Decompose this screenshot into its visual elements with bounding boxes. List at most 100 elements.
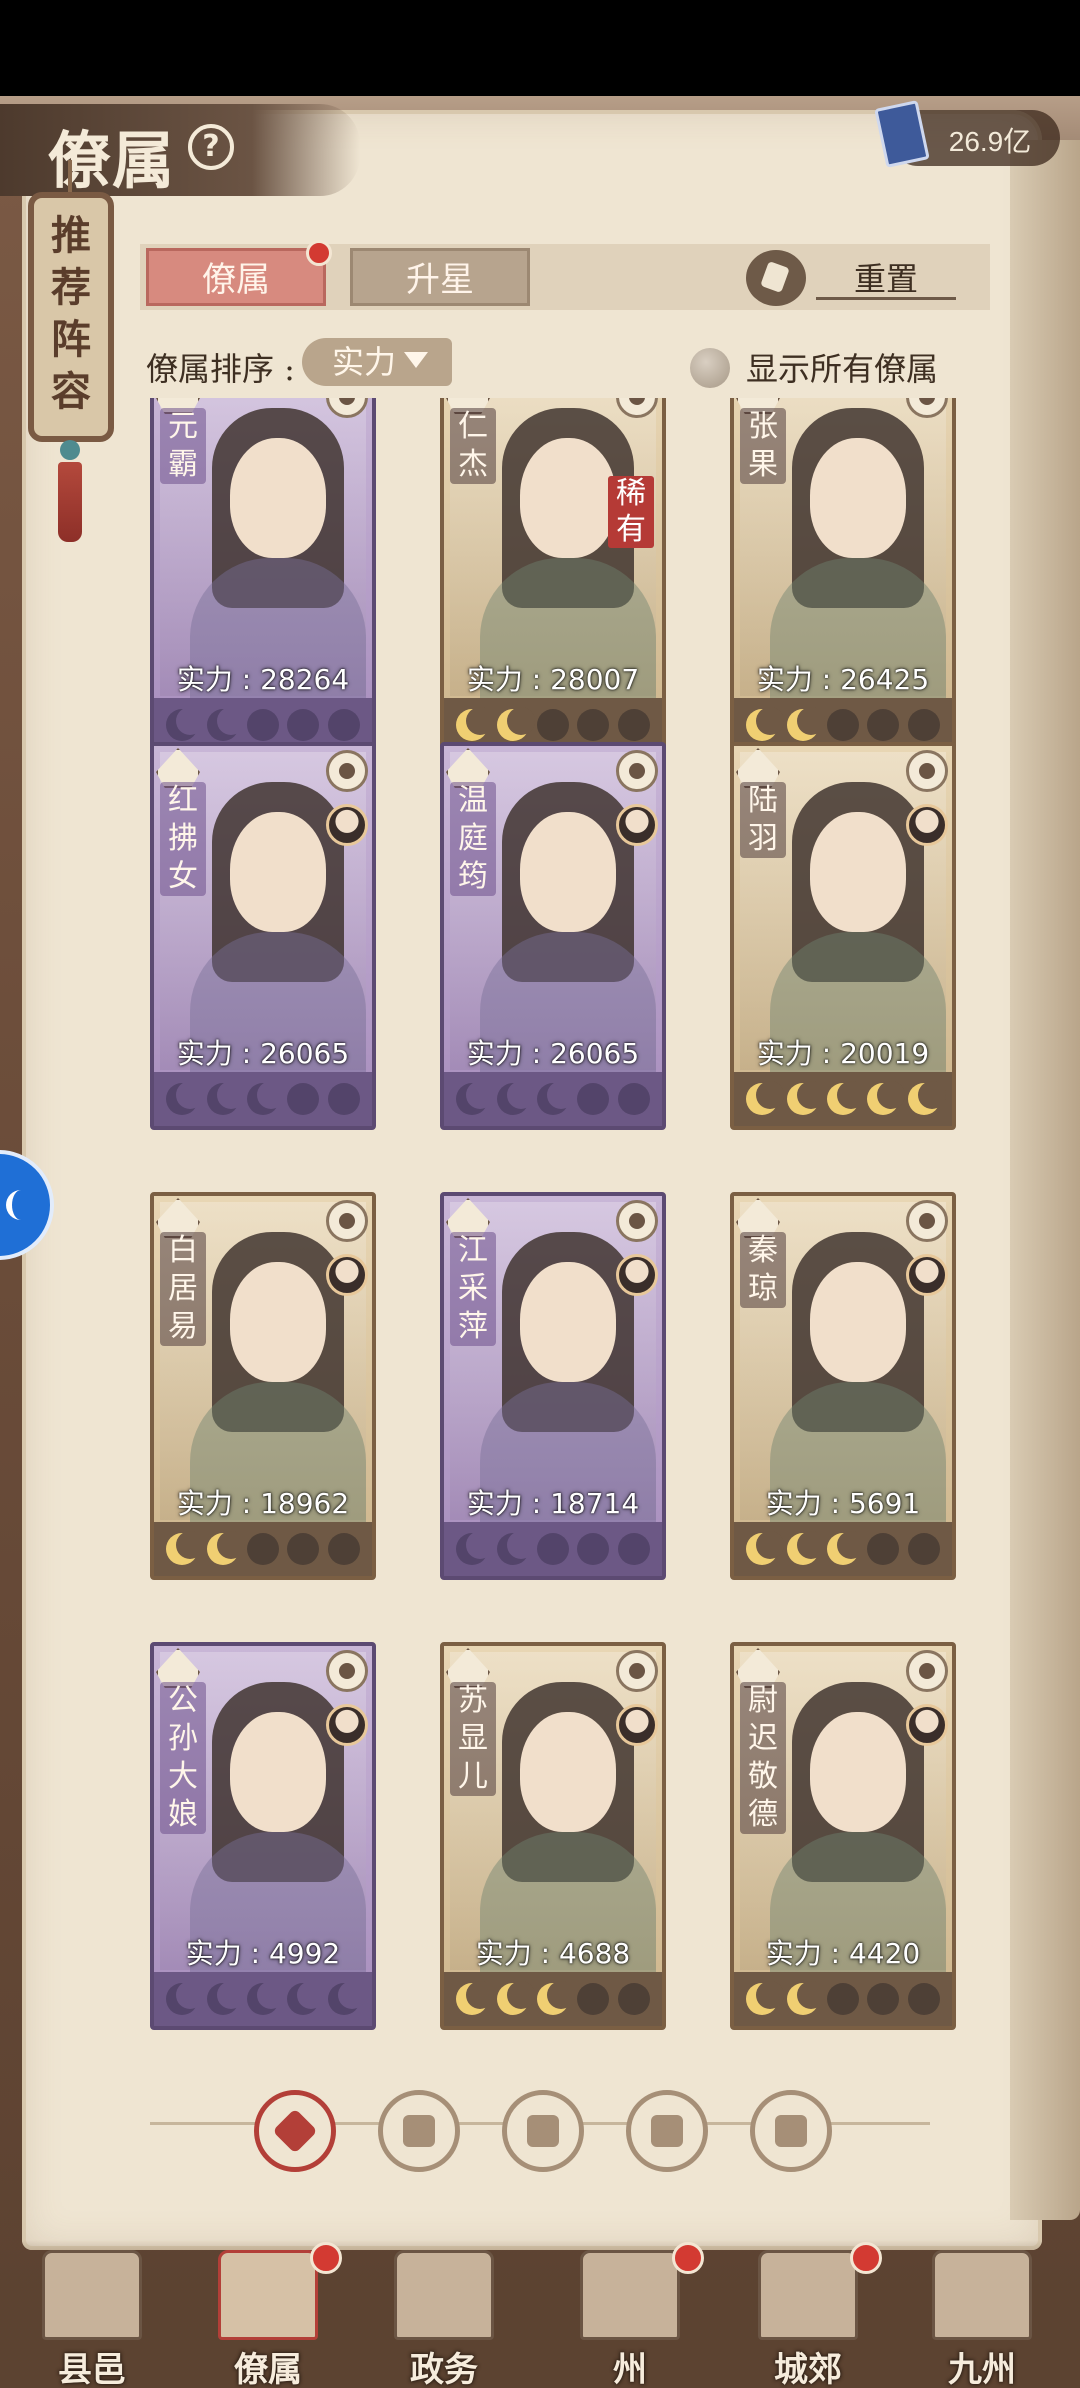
nav-label: 县邑 <box>58 2350 126 2388</box>
portrait-face <box>520 438 616 558</box>
retainer-power: 实力 : 18962 <box>176 1487 350 1520</box>
moon-star-filled-icon <box>536 1981 575 2015</box>
retainer-card[interactable]: 江采萍 实力 : 18714 <box>440 1192 666 1580</box>
moon-star-empty-icon <box>287 1533 320 1565</box>
portrait-face <box>810 1712 906 1832</box>
retainer-name: 仁杰 <box>450 408 496 484</box>
nav-prefecture[interactable]: 州 <box>560 2242 704 2388</box>
partner-avatar <box>326 1254 368 1296</box>
nav-affairs[interactable]: 政务 <box>374 2246 514 2388</box>
star-rating <box>734 1522 952 1576</box>
moon-star-filled-icon <box>456 1531 495 1565</box>
moon-star-empty-icon <box>287 1083 320 1115</box>
moon-star-empty-icon <box>577 709 610 741</box>
moon-star-filled-icon <box>166 1981 205 2015</box>
nav-county[interactable]: 县邑 <box>22 2246 162 2388</box>
retainer-name: 温庭筠 <box>450 782 496 896</box>
sort-select[interactable]: 实力 <box>302 338 452 386</box>
attribute-icon <box>906 1200 948 1242</box>
retainer-grid[interactable]: 元霸 实力 : 28264 仁杰 稀有 实力 : 28007 张果 实力 : 26425 红拂… <box>140 398 1000 2038</box>
star-rating <box>444 1072 662 1126</box>
attribute-icon <box>616 1200 658 1242</box>
nav-label: 政务 <box>410 2350 478 2388</box>
affairs-desk-icon <box>394 2250 494 2340</box>
retainer-power: 实力 : 18714 <box>466 1487 640 1520</box>
moon-star-filled-icon <box>786 707 825 741</box>
moon-star-filled-icon <box>786 1531 825 1565</box>
moon-star-filled-icon <box>206 1981 245 2015</box>
retainer-name: 白居易 <box>160 1232 206 1346</box>
moon-star-empty-icon <box>536 709 569 741</box>
attribute-icon <box>326 1650 368 1692</box>
retainer-card[interactable]: 苏显儿 实力 : 4688 <box>440 1642 666 2030</box>
tab-star-up[interactable]: 升星 <box>350 248 530 306</box>
nav-label: 僚属 <box>234 2350 302 2388</box>
nav-outskirts[interactable]: 城郊 <box>738 2242 882 2388</box>
prefecture-city-icon <box>580 2250 680 2340</box>
reset-button[interactable]: 重置 <box>816 254 956 300</box>
moon-star-filled-icon <box>327 1981 366 2015</box>
moon-star-filled-icon <box>246 1981 285 2015</box>
filter-gourd-icon[interactable] <box>502 2090 584 2172</box>
retainer-card[interactable]: 仁杰 稀有 实力 : 28007 <box>440 398 666 756</box>
retainer-card[interactable]: 张果 实力 : 26425 <box>730 398 956 756</box>
attribute-icon <box>906 1650 948 1692</box>
tassel <box>58 462 82 542</box>
retainer-card[interactable]: 公孙大娘实力 : 4992 <box>150 1642 376 2030</box>
nav-nine-provinces[interactable]: 九州 <box>912 2246 1052 2388</box>
retainer-name: 秦琼 <box>740 1232 786 1308</box>
retainer-card[interactable]: 白居易实力 : 18962 <box>150 1192 376 1580</box>
retainer-card[interactable]: 秦琼 实力 : 5691 <box>730 1192 956 1580</box>
moon-star-filled-icon <box>166 1531 205 1565</box>
portrait-face <box>810 438 906 558</box>
moon-star-empty-icon <box>907 1533 940 1565</box>
attribute-icon <box>616 750 658 792</box>
retainer-card[interactable]: 陆羽实力 : 20019 <box>730 742 956 1130</box>
moon-star-filled-icon <box>746 1981 785 2015</box>
filter-lion-icon[interactable] <box>750 2090 832 2172</box>
partner-avatar <box>906 1704 948 1746</box>
tab-retainers[interactable]: 僚属 <box>146 248 326 306</box>
moon-star-filled-icon <box>496 1081 535 1115</box>
currency-value: 26.9亿 <box>948 126 1032 157</box>
retainer-power: 实力 : 4992 <box>185 1937 341 1970</box>
retainer-card[interactable]: 温庭筠 实力 : 26065 <box>440 742 666 1130</box>
moon-star-filled-icon <box>746 1531 785 1565</box>
moon-star-empty-icon <box>617 1083 650 1115</box>
portrait-face <box>230 438 326 558</box>
nav-retainers[interactable]: 僚属 <box>198 2242 342 2388</box>
chevron-down-icon[interactable] <box>404 352 428 368</box>
filter-all-icon[interactable] <box>254 2090 336 2172</box>
retainer-card[interactable]: 元霸 实力 : 28264 <box>150 398 376 756</box>
moon-star-filled-icon <box>907 1081 946 1115</box>
retainer-name: 苏显儿 <box>450 1682 496 1796</box>
moon-star-empty-icon <box>327 709 360 741</box>
retainer-name: 陆羽 <box>740 782 786 858</box>
retainer-card[interactable]: 红拂女 实力 : 26065 <box>150 742 376 1130</box>
retainer-power: 实力 : 20019 <box>756 1037 930 1070</box>
reset-icon[interactable] <box>746 250 806 306</box>
nav-notification-dot <box>310 2242 342 2274</box>
filter-fan-icon[interactable] <box>626 2090 708 2172</box>
filter-temple-bell-icon[interactable] <box>378 2090 460 2172</box>
moon-star-empty-icon <box>577 1083 610 1115</box>
moon-star-empty-icon <box>246 709 279 741</box>
retainer-name: 公孙大娘 <box>160 1682 206 1834</box>
moon-star-filled-icon <box>496 1981 535 2015</box>
attribute-icon <box>616 1650 658 1692</box>
partner-avatar <box>906 804 948 846</box>
show-all-toggle[interactable] <box>690 348 730 388</box>
moon-star-filled-icon <box>456 1081 495 1115</box>
county-building-icon <box>42 2250 142 2340</box>
moon-star-filled-icon <box>166 707 205 741</box>
help-icon[interactable]: ? <box>188 124 234 170</box>
retainer-power: 实力 : 26425 <box>756 663 930 696</box>
moon-star-empty-icon <box>867 709 900 741</box>
moon-star-filled-icon <box>746 707 785 741</box>
outskirts-tree-icon <box>758 2250 858 2340</box>
sort-label: 僚属排序 : <box>146 350 295 388</box>
attribute-icon <box>326 750 368 792</box>
retainer-card[interactable]: 尉迟敬德 实力 : 4420 <box>730 1642 956 2030</box>
moon-star-empty-icon <box>577 1533 610 1565</box>
moon-star-empty-icon <box>617 1533 650 1565</box>
